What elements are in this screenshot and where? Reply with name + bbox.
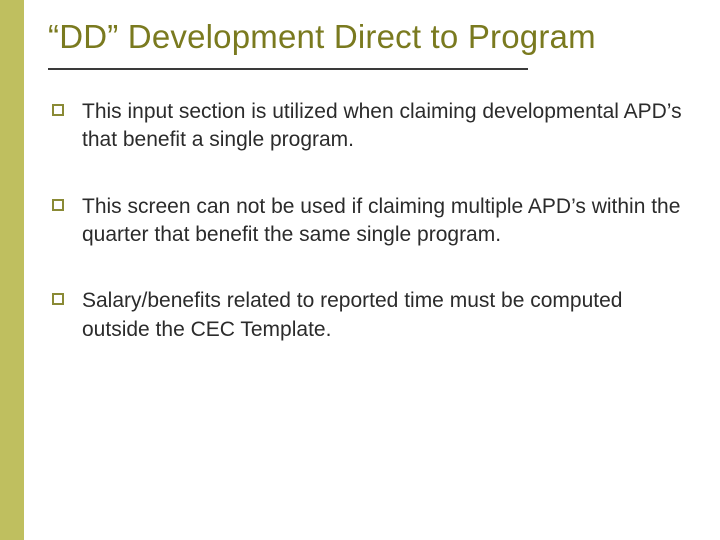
title-underline [48, 68, 528, 70]
bullet-text: This input section is utilized when clai… [82, 98, 690, 155]
list-item: This screen can not be used if claiming … [52, 193, 690, 250]
bullet-text: This screen can not be used if claiming … [82, 193, 690, 250]
list-item: Salary/benefits related to reported time… [52, 287, 690, 344]
slide-content: “DD” Development Direct to Program This … [24, 0, 720, 540]
slide-title: “DD” Development Direct to Program [48, 18, 690, 66]
square-bullet-icon [52, 293, 64, 305]
accent-sidebar [0, 0, 24, 540]
bullet-list: This input section is utilized when clai… [48, 98, 690, 344]
bullet-text: Salary/benefits related to reported time… [82, 287, 690, 344]
square-bullet-icon [52, 199, 64, 211]
list-item: This input section is utilized when clai… [52, 98, 690, 155]
square-bullet-icon [52, 104, 64, 116]
